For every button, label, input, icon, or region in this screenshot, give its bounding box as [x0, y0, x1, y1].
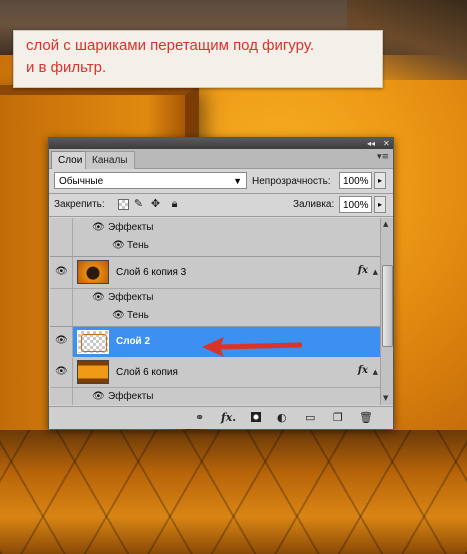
scroll-down-icon[interactable]: ▼: [383, 394, 388, 402]
layer-thumbnail: [77, 360, 109, 384]
opacity-arrow-button[interactable]: ▸: [374, 172, 386, 189]
blend-mode-select[interactable]: Обычные ▼: [54, 172, 247, 189]
move-icon[interactable]: ✥: [150, 198, 161, 209]
layers-scrollbar[interactable]: ▲ ▼: [380, 218, 393, 405]
red-arrow-annotation: [202, 337, 302, 357]
annotation-line-2: и в фильтр.: [26, 59, 107, 76]
effects-label: Эффекты: [108, 222, 154, 233]
layer-name: Слой 6 копия 3: [116, 267, 187, 278]
effect-label: Тень: [127, 310, 149, 321]
eye-icon[interactable]: 👁︎: [92, 292, 105, 303]
link-icon[interactable]: ⚭: [195, 411, 204, 424]
panel-menu-icon[interactable]: ▾≡: [377, 152, 389, 162]
annotation-box: слой с шариками перетащим под фигуру. и …: [13, 30, 383, 88]
scroll-thumb[interactable]: [382, 265, 393, 347]
lock-label: Закрепить:: [54, 199, 105, 210]
tab-layers[interactable]: Слои: [51, 151, 90, 169]
eye-icon[interactable]: 👁︎: [112, 310, 125, 321]
eye-icon[interactable]: 👁︎: [92, 222, 105, 233]
eye-icon[interactable]: 👁︎: [55, 366, 68, 377]
trash-icon[interactable]: 🗑︎: [359, 411, 373, 424]
background-floor: [0, 430, 467, 554]
mask-icon[interactable]: [251, 412, 261, 422]
eye-icon[interactable]: 👁︎: [112, 240, 125, 251]
layer-name: Слой 2: [116, 336, 151, 347]
panel-tab-row: Слои Каналы ▾≡: [49, 149, 393, 169]
lock-transparency-icon[interactable]: [118, 199, 129, 210]
fill-arrow-button[interactable]: ▸: [374, 196, 386, 213]
opacity-label: Непрозрачность:: [252, 176, 331, 187]
effects-row[interactable]: 👁︎ Эффекты: [50, 218, 380, 237]
panel-titlebar[interactable]: ◂◂ ✕: [49, 138, 393, 149]
lock-icon[interactable]: 🔒︎: [169, 198, 180, 209]
effects-row[interactable]: 👁︎ Эффекты: [50, 388, 380, 405]
effects-label: Эффекты: [108, 391, 154, 402]
layer-thumbnail: [77, 330, 109, 354]
effect-row[interactable]: 👁︎ Тень: [50, 307, 380, 327]
layers-list: 👁︎ Эффекты 👁︎ Тень 👁︎ Слой 6 копия 3 fx …: [50, 218, 380, 405]
folder-icon[interactable]: ▭: [305, 411, 315, 424]
fill-input[interactable]: 100%: [339, 196, 372, 213]
layer-row[interactable]: 👁︎ Слой 6 копия 3 fx ▲: [50, 257, 380, 289]
eye-icon[interactable]: 👁︎: [55, 335, 68, 346]
tab-channels[interactable]: Каналы: [85, 151, 135, 169]
fx-icon[interactable]: fx: [358, 365, 368, 376]
eye-icon[interactable]: 👁︎: [92, 391, 105, 402]
layer-name: Слой 6 копия: [116, 367, 178, 378]
opacity-input[interactable]: 100%: [339, 172, 372, 189]
fx-icon[interactable]: fx: [358, 265, 368, 276]
arrow-shaft: [217, 342, 302, 350]
layers-panel: ◂◂ ✕ Слои Каналы ▾≡ Обычные ▼ Непрозрачн…: [48, 137, 394, 429]
effect-label: Тень: [127, 240, 149, 251]
double-chevron-icon[interactable]: ◂◂: [367, 138, 375, 149]
effect-row[interactable]: 👁︎ Тень: [50, 237, 380, 257]
expand-icon[interactable]: ▲: [373, 268, 378, 276]
new-layer-icon[interactable]: ❐: [333, 411, 343, 424]
chevron-down-icon: ▼: [233, 176, 242, 186]
annotation-line-1: слой с шариками перетащим под фигуру.: [26, 37, 314, 54]
divider: [49, 216, 393, 217]
layer-thumbnail: [77, 260, 109, 284]
panel-bottom-bar: ⚭ fx. ◐ ▭ ❐ 🗑︎: [49, 406, 393, 429]
expand-icon[interactable]: ▲: [373, 368, 378, 376]
layer-row[interactable]: 👁︎ Слой 6 копия fx ▲: [50, 358, 380, 388]
fill-label: Заливка:: [293, 199, 335, 210]
effects-label: Эффекты: [108, 292, 154, 303]
eye-icon[interactable]: 👁︎: [55, 266, 68, 277]
effects-row[interactable]: 👁︎ Эффекты: [50, 288, 380, 307]
close-icon[interactable]: ✕: [383, 138, 390, 149]
fx-icon[interactable]: fx.: [221, 411, 236, 424]
divider: [49, 193, 393, 194]
brush-icon[interactable]: ✎: [133, 198, 144, 209]
blend-mode-value: Обычные: [59, 176, 104, 187]
adjustment-icon[interactable]: ◐: [277, 411, 287, 424]
scroll-up-icon[interactable]: ▲: [383, 220, 388, 228]
